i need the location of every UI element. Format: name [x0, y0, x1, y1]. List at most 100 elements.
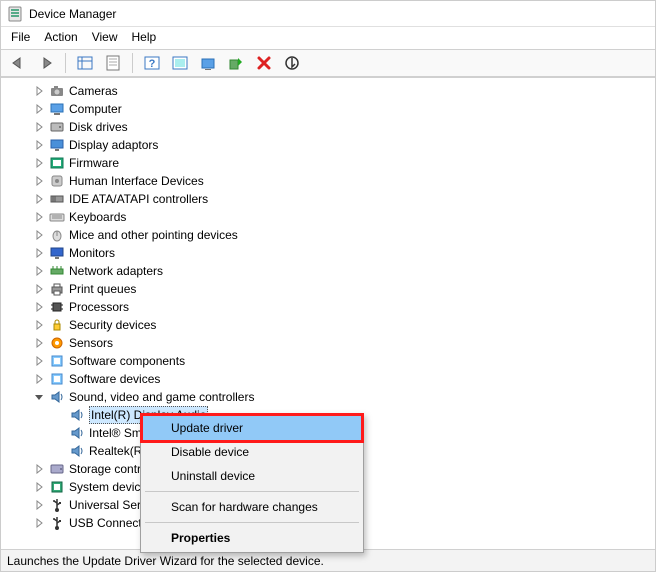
expand-icon[interactable] — [33, 319, 45, 331]
expand-icon[interactable] — [33, 337, 45, 349]
tree-category[interactable]: Keyboards — [13, 208, 647, 226]
tree-category[interactable]: Firmware — [13, 154, 647, 172]
expand-icon[interactable] — [33, 499, 45, 511]
cpu-icon — [49, 299, 65, 315]
tree-item-label: Network adapters — [69, 262, 163, 280]
title-bar: Device Manager — [1, 1, 655, 27]
back-button[interactable] — [7, 52, 29, 74]
menu-view[interactable]: View — [92, 30, 118, 44]
window-title: Device Manager — [29, 7, 116, 21]
expand-icon[interactable] — [33, 103, 45, 115]
context-separator — [145, 491, 359, 492]
tree-item-label: Intel® Sm — [89, 424, 142, 442]
tree-item-label: Software components — [69, 352, 185, 370]
uninstall-button[interactable] — [253, 52, 275, 74]
tree-item-label: Security devices — [69, 316, 156, 334]
computer-icon — [49, 101, 65, 117]
context-update-driver[interactable]: Update driver — [140, 413, 364, 443]
expand-icon[interactable] — [33, 355, 45, 367]
menu-file[interactable]: File — [11, 30, 30, 44]
tree-item-label: Print queues — [69, 280, 136, 298]
tree-category[interactable]: Computer — [13, 100, 647, 118]
menu-help[interactable]: Help — [132, 30, 157, 44]
tree-category[interactable]: Display adaptors — [13, 136, 647, 154]
collapse-icon[interactable] — [33, 391, 45, 403]
expand-icon[interactable] — [33, 373, 45, 385]
expand-icon[interactable] — [33, 157, 45, 169]
app-icon — [7, 6, 23, 22]
show-hidden-button[interactable] — [74, 52, 96, 74]
context-separator — [145, 522, 359, 523]
tree-item-label: Cameras — [69, 82, 118, 100]
context-properties[interactable]: Properties — [143, 526, 361, 550]
expand-icon[interactable] — [33, 463, 45, 475]
expand-icon[interactable] — [33, 247, 45, 259]
enable-device-button[interactable] — [225, 52, 247, 74]
expand-icon[interactable] — [33, 283, 45, 295]
context-disable-device[interactable]: Disable device — [143, 440, 361, 464]
tree-category[interactable]: Cameras — [13, 82, 647, 100]
context-uninstall-device[interactable]: Uninstall device — [143, 464, 361, 488]
tree-item-label: Processors — [69, 298, 129, 316]
tree-category[interactable]: IDE ATA/ATAPI controllers — [13, 190, 647, 208]
network-icon — [49, 263, 65, 279]
tree-category[interactable]: Disk drives — [13, 118, 647, 136]
display-icon — [49, 137, 65, 153]
expand-icon[interactable] — [33, 301, 45, 313]
tree-item-label: Keyboards — [69, 208, 126, 226]
expand-icon[interactable] — [33, 229, 45, 241]
sensor-icon — [49, 335, 65, 351]
printer-icon — [49, 281, 65, 297]
tree-category[interactable]: Human Interface Devices — [13, 172, 647, 190]
toolbar: ? — [1, 49, 655, 77]
expand-icon[interactable] — [33, 211, 45, 223]
status-text: Launches the Update Driver Wizard for th… — [7, 554, 324, 568]
system-icon — [49, 479, 65, 495]
expand-icon[interactable] — [33, 85, 45, 97]
expand-icon[interactable] — [53, 409, 65, 421]
tree-item-label: Mice and other pointing devices — [69, 226, 238, 244]
tree-item-label: Computer — [69, 100, 122, 118]
menu-bar: File Action View Help — [1, 27, 655, 49]
forward-button[interactable] — [35, 52, 57, 74]
sound-icon — [49, 389, 65, 405]
tree-category-expanded[interactable]: Sound, video and game controllers — [13, 388, 647, 406]
tree-item-label: System device — [69, 478, 147, 496]
toolbar-separator — [132, 53, 133, 73]
tree-item-label: IDE ATA/ATAPI controllers — [69, 190, 208, 208]
storage-icon — [49, 461, 65, 477]
tree-category[interactable]: Monitors — [13, 244, 647, 262]
tree-item-label: Software devices — [69, 370, 160, 388]
disable-device-button[interactable] — [281, 52, 303, 74]
keyboard-icon — [49, 209, 65, 225]
tree-category[interactable]: Print queues — [13, 280, 647, 298]
tree-category[interactable]: Mice and other pointing devices — [13, 226, 647, 244]
tree-item-label: Sound, video and game controllers — [69, 388, 254, 406]
tree-category[interactable]: Software devices — [13, 370, 647, 388]
update-driver-button[interactable] — [197, 52, 219, 74]
tree-item-label: Sensors — [69, 334, 113, 352]
tree-category[interactable]: Software components — [13, 352, 647, 370]
tree-category[interactable]: Sensors — [13, 334, 647, 352]
menu-action[interactable]: Action — [44, 30, 77, 44]
monitor-icon — [49, 245, 65, 261]
expand-icon[interactable] — [33, 481, 45, 493]
tree-category[interactable]: Network adapters — [13, 262, 647, 280]
expand-icon[interactable] — [33, 193, 45, 205]
scan-hardware-button[interactable] — [169, 52, 191, 74]
tree-category[interactable]: Processors — [13, 298, 647, 316]
expand-icon[interactable] — [33, 121, 45, 133]
tree-category[interactable]: Security devices — [13, 316, 647, 334]
hid-icon — [49, 173, 65, 189]
expand-icon[interactable] — [33, 517, 45, 529]
expand-icon[interactable] — [33, 139, 45, 151]
context-scan-hardware[interactable]: Scan for hardware changes — [143, 495, 361, 519]
expand-icon[interactable] — [33, 175, 45, 187]
expand-icon[interactable] — [53, 445, 65, 457]
mouse-icon — [49, 227, 65, 243]
expand-icon[interactable] — [53, 427, 65, 439]
expand-icon[interactable] — [33, 265, 45, 277]
help-button[interactable]: ? — [141, 52, 163, 74]
firmware-icon — [49, 155, 65, 171]
properties-button[interactable] — [102, 52, 124, 74]
